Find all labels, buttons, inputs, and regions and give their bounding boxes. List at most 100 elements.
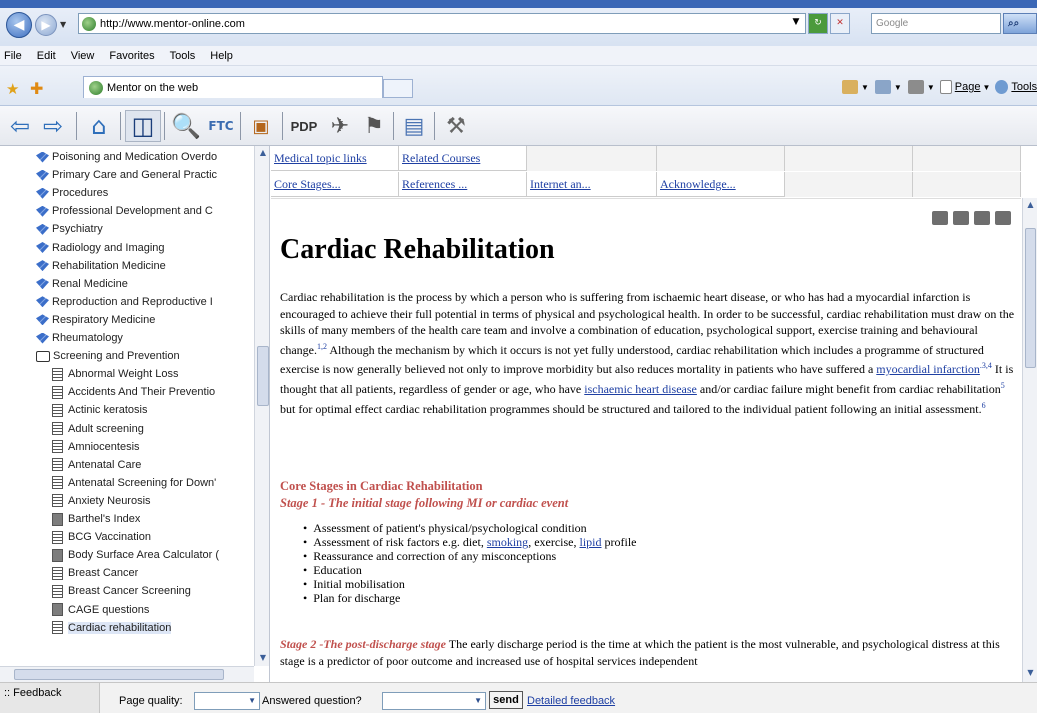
tree-item[interactable]: Respiratory Medicine xyxy=(36,311,155,329)
tree-item[interactable]: Primary Care and General Practic xyxy=(36,166,217,184)
tree-item[interactable]: Amniocentesis xyxy=(52,438,140,456)
link-smoking[interactable]: smoking xyxy=(487,535,528,549)
link-acknowledgements[interactable]: Acknowledge... xyxy=(660,177,736,191)
favorites-star-icon[interactable]: ★ xyxy=(6,80,19,98)
stop-icon[interactable]: ✕ xyxy=(830,13,850,34)
answered-question-select[interactable]: ▼ xyxy=(382,692,486,710)
link-ischaemic-heart-disease[interactable]: ischaemic heart disease xyxy=(584,382,697,396)
feedback-tab[interactable]: :: Feedback xyxy=(0,683,100,713)
window-icon[interactable] xyxy=(995,211,1011,225)
app-search-icon[interactable]: 🔍 xyxy=(170,110,202,142)
link-medical-topic-links[interactable]: Medical topic links xyxy=(274,151,367,165)
tree-item[interactable]: Antenatal Care xyxy=(52,456,141,474)
app-forward-arrow-icon[interactable]: ⇨ xyxy=(38,110,68,142)
address-bar[interactable]: http://www.mentor-online.com xyxy=(78,13,806,34)
menu-edit[interactable]: Edit xyxy=(37,50,56,62)
feeds-dropdown-icon[interactable]: ▼ xyxy=(894,83,902,92)
tree-horizontal-scrollbar[interactable] xyxy=(0,666,254,682)
print-article-icon[interactable] xyxy=(953,211,969,225)
menu-favorites[interactable]: Favorites xyxy=(109,50,154,62)
tree-item-selected[interactable]: Cardiac rehabilitation xyxy=(52,619,172,637)
scroll-up-icon[interactable]: ▲ xyxy=(257,147,269,159)
tree-item[interactable]: Professional Development and C xyxy=(36,202,213,220)
search-button[interactable]: ⌕⌕ xyxy=(1003,13,1037,34)
tree-item[interactable]: Poisoning and Medication Overdo xyxy=(36,148,217,166)
history-dropdown-icon[interactable]: ▼ xyxy=(60,20,66,29)
tree-item[interactable]: Actinic keratosis xyxy=(52,401,147,419)
app-notes-icon[interactable]: ▤ xyxy=(398,110,430,142)
tree-item[interactable]: Reproduction and Reproductive I xyxy=(36,293,213,311)
scroll-up-icon[interactable]: ▲ xyxy=(1025,200,1036,209)
scroll-down-icon[interactable]: ▼ xyxy=(1025,668,1036,677)
link-core-stages[interactable]: Core Stages... xyxy=(274,177,341,191)
citation[interactable]: 5 xyxy=(1001,381,1005,390)
link-myocardial-infarction[interactable]: myocardial infarction xyxy=(876,362,980,376)
app-back-arrow-icon[interactable]: ⇦ xyxy=(5,110,35,142)
tree-scroll-thumb[interactable] xyxy=(257,346,269,406)
citation[interactable]: 1,2 xyxy=(317,342,327,351)
menu-tools[interactable]: Tools xyxy=(170,50,196,62)
menu-help[interactable]: Help xyxy=(210,50,233,62)
app-calculator-icon[interactable]: ▣ xyxy=(245,110,277,142)
url-text[interactable]: http://www.mentor-online.com xyxy=(100,18,245,30)
link-related-courses[interactable]: Related Courses xyxy=(402,151,480,165)
tree-item[interactable]: Anxiety Neurosis xyxy=(52,492,151,510)
tree-item[interactable]: Rheumatology xyxy=(36,329,123,347)
citation[interactable]: 6 xyxy=(982,401,986,410)
app-flag-icon[interactable]: ⚑ xyxy=(358,110,390,142)
menu-view[interactable]: View xyxy=(71,50,95,62)
app-pdp-button[interactable]: PDP xyxy=(286,110,322,142)
app-book-icon[interactable]: ◫ xyxy=(125,110,161,142)
tree-item[interactable]: Adult screening xyxy=(52,420,144,438)
search-input[interactable]: Google xyxy=(871,13,1001,34)
folder-icon[interactable] xyxy=(932,211,948,225)
detailed-feedback-link[interactable]: Detailed feedback xyxy=(527,695,615,707)
link-lipid[interactable]: lipid xyxy=(580,535,602,549)
tree-item[interactable]: BCG Vaccination xyxy=(52,528,151,546)
refresh-icon[interactable]: ↻ xyxy=(808,13,828,34)
menu-file[interactable]: File xyxy=(4,50,22,62)
tree-item[interactable]: Barthel's Index xyxy=(52,510,140,528)
print-dropdown-icon[interactable]: ▼ xyxy=(927,83,935,92)
add-favorite-icon[interactable]: ✚ xyxy=(30,79,43,98)
tree-hscroll-thumb[interactable] xyxy=(14,669,224,680)
app-ftc-icon[interactable]: FTC xyxy=(205,110,237,142)
tree-item[interactable]: Breast Cancer Screening xyxy=(52,582,191,600)
tab-mentor[interactable]: Mentor on the web xyxy=(83,76,383,98)
tools-menu[interactable]: Tools xyxy=(1011,81,1037,93)
citation[interactable]: .3,4 xyxy=(980,361,992,370)
tree-item[interactable]: CAGE questions xyxy=(52,601,149,619)
page-quality-select[interactable]: ▼ xyxy=(194,692,260,710)
feeds-icon[interactable] xyxy=(874,80,891,94)
tree-item[interactable]: Psychiatry xyxy=(36,220,103,238)
tree-item[interactable]: Antenatal Screening for Down' xyxy=(52,474,216,492)
send-button[interactable]: send xyxy=(489,691,523,709)
app-home-icon[interactable]: ⌂ xyxy=(82,110,116,142)
content-vertical-scrollbar[interactable]: ▲ ▼ xyxy=(1022,198,1037,682)
tree-vertical-scrollbar[interactable]: ▲ ▼ xyxy=(254,146,269,666)
tree-item[interactable]: Procedures xyxy=(36,184,108,202)
tree-item[interactable]: Screening and Prevention xyxy=(36,347,180,365)
tree-item[interactable]: Body Surface Area Calculator ( xyxy=(52,546,219,564)
new-tab-button[interactable] xyxy=(383,79,413,98)
tree-item[interactable]: Abnormal Weight Loss xyxy=(52,365,178,383)
tree-item[interactable]: Accidents And Their Preventio xyxy=(52,383,215,401)
back-button[interactable]: ◀ xyxy=(6,12,32,38)
address-dropdown-icon[interactable]: ▼ xyxy=(786,13,806,34)
app-tools-icon[interactable]: ⚒ xyxy=(440,110,472,142)
page-menu[interactable]: Page xyxy=(955,81,981,93)
home-cmd-icon[interactable] xyxy=(842,80,858,94)
tree-item[interactable]: Radiology and Imaging xyxy=(36,239,165,257)
print-icon[interactable] xyxy=(907,80,924,94)
link-internet[interactable]: Internet an... xyxy=(530,177,591,191)
tree-item[interactable]: Rehabilitation Medicine xyxy=(36,257,166,275)
page-dropdown-icon[interactable]: ▼ xyxy=(982,83,990,92)
scroll-down-icon[interactable]: ▼ xyxy=(257,652,269,664)
home-dropdown-icon[interactable]: ▼ xyxy=(861,83,869,92)
tree-item[interactable]: Breast Cancer xyxy=(52,564,138,582)
link-references[interactable]: References ... xyxy=(402,177,467,191)
content-scroll-thumb[interactable] xyxy=(1025,228,1036,368)
forward-button[interactable]: ▶ xyxy=(35,14,57,36)
app-plane-icon[interactable]: ✈ xyxy=(324,110,356,142)
tree-item[interactable]: Renal Medicine xyxy=(36,275,128,293)
